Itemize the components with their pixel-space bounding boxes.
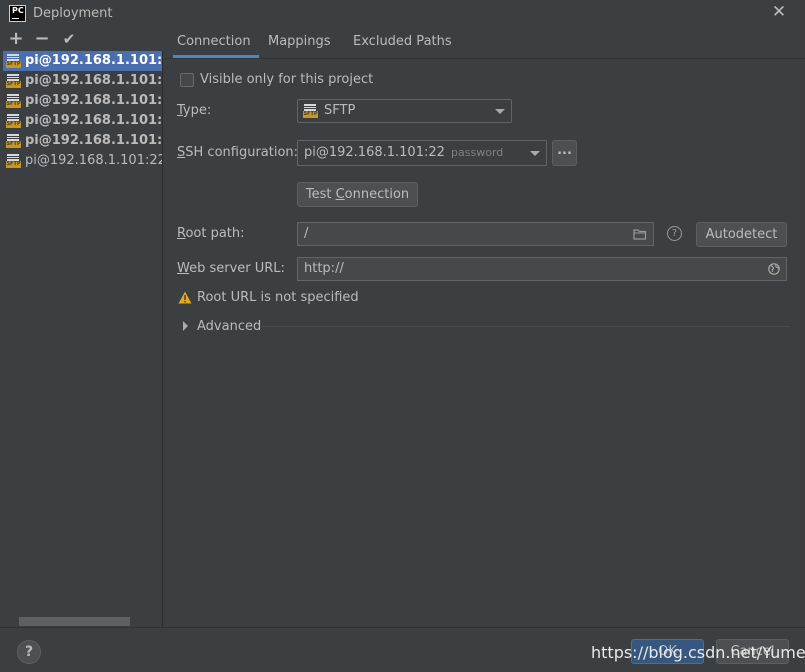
server-list-item[interactable]: SFTP pi@192.168.1.101:22 <box>3 151 162 171</box>
autodetect-button[interactable]: Autodetect <box>696 222 787 247</box>
visible-only-label: Visible only for this project <box>200 72 374 87</box>
add-server-button[interactable]: + <box>6 29 26 49</box>
warning-message: Root URL is not specified <box>197 290 359 305</box>
sftp-server-icon: SFTP <box>6 54 21 68</box>
chevron-down-icon <box>530 151 540 156</box>
tab-mappings[interactable]: Mappings <box>268 30 331 58</box>
window-title: Deployment <box>33 6 113 21</box>
server-list-item[interactable]: SFTP pi@192.168.1.101:22 pa <box>3 71 162 91</box>
server-name: pi@192.168.1.101:22 pa <box>25 93 162 108</box>
ssh-configurations-browse-button[interactable]: ... <box>552 140 577 166</box>
root-path-label: Root path: <box>177 226 245 241</box>
sftp-server-icon: SFTP <box>6 94 21 108</box>
title-bar: PC Deployment ✕ <box>0 0 805 28</box>
type-select-value: SFTP <box>324 103 356 118</box>
tab-excluded-paths[interactable]: Excluded Paths <box>353 30 452 58</box>
advanced-divider <box>262 326 790 327</box>
horizontal-scrollbar[interactable] <box>19 617 130 626</box>
tab-connection[interactable]: Connection <box>173 30 259 58</box>
folder-icon[interactable] <box>633 228 647 240</box>
server-list-item[interactable]: SFTP pi@192.168.1.101:22 pa <box>3 51 162 71</box>
server-list-item[interactable]: SFTP pi@192.168.1.101:22 pa <box>3 91 162 111</box>
pycharm-logo-icon: PC <box>9 5 26 22</box>
sftp-server-icon: SFTP <box>6 154 21 168</box>
ssh-configuration-select[interactable]: pi@192.168.1.101:22 password <box>297 140 547 166</box>
watermark-text: https://blog.csdn.net/Yumeon <box>591 643 805 662</box>
chevron-down-icon <box>495 109 505 114</box>
server-list-toolbar: + − ✔ <box>3 29 163 51</box>
ssh-auth-hint: password <box>451 146 504 159</box>
server-list-item[interactable]: SFTP pi@192.168.1.101:22 pa <box>3 131 162 151</box>
type-select[interactable]: SFTP SFTP <box>297 99 512 123</box>
warning-icon <box>178 291 192 304</box>
advanced-section-toggle[interactable]: Advanced <box>197 319 261 334</box>
sftp-server-icon: SFTP <box>6 114 21 128</box>
web-server-url-value: http:// <box>304 261 344 276</box>
type-label: Type: <box>177 103 212 118</box>
footer-divider <box>0 627 805 628</box>
server-name: pi@192.168.1.101:22 pa <box>25 113 162 128</box>
tab-divider <box>164 58 805 59</box>
globe-icon[interactable] <box>768 263 780 275</box>
test-connection-button[interactable]: Test Connection <box>297 182 418 207</box>
close-icon[interactable]: ✕ <box>771 4 787 21</box>
server-name: pi@192.168.1.101:22 <box>25 153 162 168</box>
web-server-url-label: Web server URL: <box>177 261 285 276</box>
root-path-help-icon[interactable]: ? <box>667 226 682 241</box>
server-name: pi@192.168.1.101:22 pa <box>25 53 162 68</box>
server-name: pi@192.168.1.101:22 pa <box>25 73 162 88</box>
web-server-url-input[interactable]: http:// <box>297 257 787 281</box>
server-list-item[interactable]: SFTP pi@192.168.1.101:22 pa <box>3 111 162 131</box>
ssh-configuration-label: SSH configuration: <box>177 145 299 160</box>
root-path-value: / <box>304 226 309 241</box>
apply-checkmark-button[interactable]: ✔ <box>59 29 79 49</box>
server-name: pi@192.168.1.101:22 pa <box>25 133 162 148</box>
visible-only-checkbox[interactable] <box>180 73 194 87</box>
chevron-right-icon[interactable] <box>182 321 189 331</box>
server-list: SFTP pi@192.168.1.101:22 pa SFTP pi@192.168… <box>3 51 163 627</box>
sftp-server-icon: SFTP <box>6 134 21 148</box>
sftp-icon: SFTP <box>303 104 318 118</box>
help-button[interactable]: ? <box>17 640 41 664</box>
remove-server-button[interactable]: − <box>32 29 52 49</box>
root-path-input[interactable]: / <box>297 222 654 246</box>
ssh-configuration-value: pi@192.168.1.101:22 <box>304 145 445 160</box>
sftp-server-icon: SFTP <box>6 74 21 88</box>
